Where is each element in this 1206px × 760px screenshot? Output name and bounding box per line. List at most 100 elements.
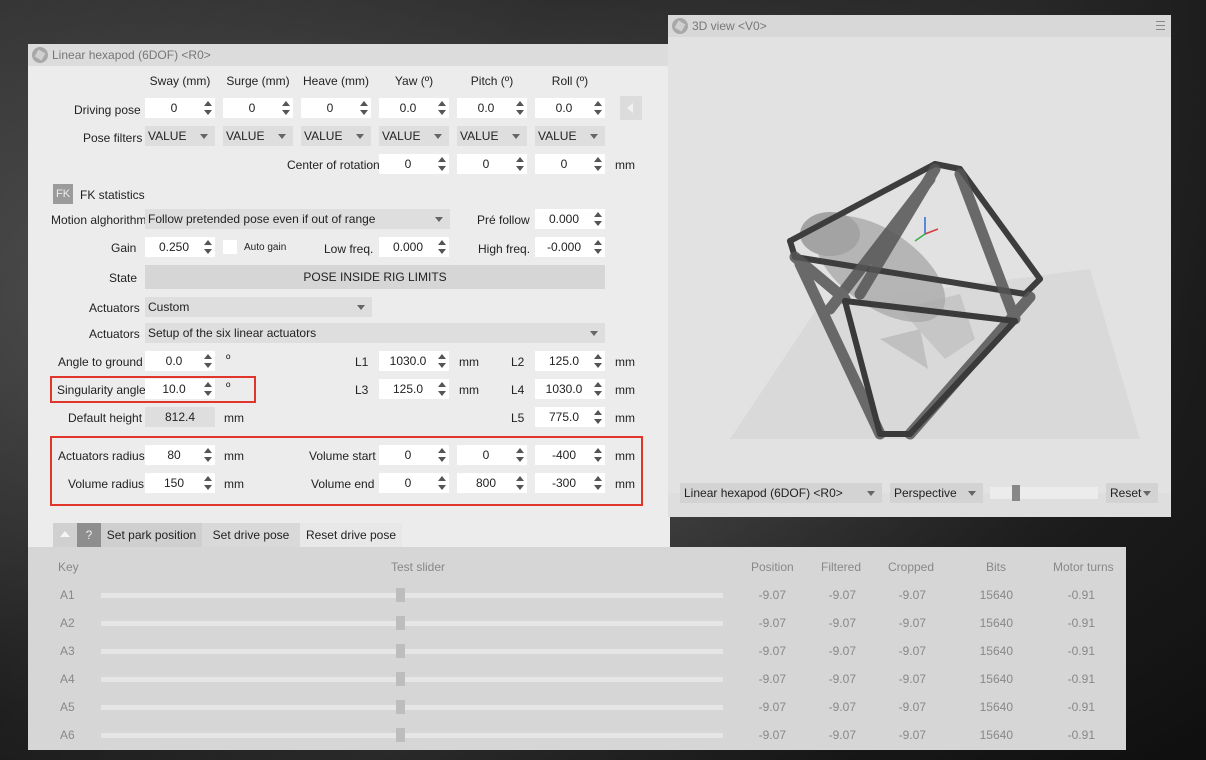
angle-to-ground-unit: º (226, 352, 231, 366)
spin-arrows-icon[interactable] (515, 98, 525, 118)
spin-arrows-icon[interactable] (515, 445, 525, 465)
spin-arrows-icon[interactable] (593, 379, 603, 399)
zoom-slider[interactable] (990, 485, 1098, 501)
l1-input[interactable]: 1030.0 (379, 351, 449, 371)
auto-gain-checkbox[interactable] (223, 240, 237, 254)
pose-filter-pitch-select[interactable]: VALUE (457, 126, 527, 146)
zoom-slider-thumb[interactable] (1012, 485, 1020, 501)
l5-input[interactable]: 775.0 (535, 407, 605, 427)
gain-input[interactable]: 0.250 (145, 237, 215, 257)
spin-arrows-icon[interactable] (203, 445, 213, 465)
singularity-angle-input[interactable]: 10.0 (145, 379, 215, 399)
driving-pose-surge-input[interactable]: 0 (223, 98, 293, 118)
menu-icon[interactable] (1156, 21, 1165, 30)
window-title-bar[interactable]: Linear hexapod (6DOF) <R0> (28, 44, 670, 66)
set-drive-pose-button[interactable]: Set drive pose (202, 523, 300, 547)
volume-start-y-input[interactable]: 0 (457, 445, 527, 465)
volume-start-z-input[interactable]: -400 (535, 445, 605, 465)
help-icon[interactable]: ? (77, 523, 101, 547)
test-slider-track[interactable] (101, 677, 723, 682)
high-freq-input[interactable]: -0.000 (535, 237, 605, 257)
l4-input[interactable]: 1030.0 (535, 379, 605, 399)
pose-filter-heave-select[interactable]: VALUE (301, 126, 371, 146)
actuators-setup-label: Actuators (89, 327, 140, 341)
spin-arrows-icon[interactable] (359, 98, 369, 118)
spin-arrows-icon[interactable] (593, 98, 603, 118)
volume-end-z-input[interactable]: -300 (535, 473, 605, 493)
spin-arrows-icon[interactable] (593, 473, 603, 493)
set-park-position-button[interactable]: Set park position (101, 523, 202, 547)
spin-arrows-icon[interactable] (515, 154, 525, 174)
actuators-type-select[interactable]: Custom (145, 297, 372, 317)
spin-arrows-icon[interactable] (437, 351, 447, 371)
center-rot-x-input[interactable]: 0 (379, 154, 449, 174)
low-freq-input[interactable]: 0.000 (379, 237, 449, 257)
pose-filter-surge-select[interactable]: VALUE (223, 126, 293, 146)
volume-end-y-input[interactable]: 800 (457, 473, 527, 493)
spin-arrows-icon[interactable] (437, 445, 447, 465)
projection-select[interactable]: Perspective (890, 483, 983, 503)
driving-pose-yaw-input[interactable]: 0.0 (379, 98, 449, 118)
reset-drive-pose-button[interactable]: Reset drive pose (300, 523, 402, 547)
test-slider-thumb[interactable] (396, 672, 405, 686)
spin-arrows-icon[interactable] (593, 351, 603, 371)
pose-filter-yaw-select[interactable]: VALUE (379, 126, 449, 146)
actuators-radius-input[interactable]: 80 (145, 445, 215, 465)
volume-start-x-input[interactable]: 0 (379, 445, 449, 465)
reset-select[interactable]: Reset (1106, 483, 1158, 503)
volume-radius-label: Volume radius (68, 477, 145, 491)
spin-arrows-icon[interactable] (281, 98, 291, 118)
actuators-type-label: Actuators (89, 301, 140, 315)
spin-arrows-icon[interactable] (203, 351, 213, 371)
driving-pose-heave-input[interactable]: 0 (301, 98, 371, 118)
spin-arrows-icon[interactable] (437, 379, 447, 399)
motion-algorithm-select[interactable]: Follow pretended pose even if out of ran… (145, 209, 450, 229)
view-title-bar[interactable]: 3D view <V0> (668, 15, 1171, 37)
driving-pose-pitch-input[interactable]: 0.0 (457, 98, 527, 118)
test-slider-track[interactable] (101, 649, 723, 654)
chevron-up-icon[interactable] (53, 523, 77, 547)
volume-radius-input[interactable]: 150 (145, 473, 215, 493)
spin-arrows-icon[interactable] (203, 473, 213, 493)
spin-arrows-icon[interactable] (593, 445, 603, 465)
test-slider-track[interactable] (101, 733, 723, 738)
spin-arrows-icon[interactable] (437, 154, 447, 174)
cell-bits: 15640 (979, 700, 1013, 714)
actuators-setup-select[interactable]: Setup of the six linear actuators (145, 323, 605, 343)
driving-pose-roll-input[interactable]: 0.0 (535, 98, 605, 118)
test-slider-thumb[interactable] (396, 644, 405, 658)
spin-arrows-icon[interactable] (203, 379, 213, 399)
spin-arrows-icon[interactable] (203, 98, 213, 118)
test-slider-thumb[interactable] (396, 700, 405, 714)
l3-input[interactable]: 125.0 (379, 379, 449, 399)
test-slider-track[interactable] (101, 705, 723, 710)
center-rot-z-input[interactable]: 0 (535, 154, 605, 174)
chevron-left-icon[interactable] (620, 96, 642, 120)
l2-input[interactable]: 125.0 (535, 351, 605, 371)
spin-arrows-icon[interactable] (593, 237, 603, 257)
spin-arrows-icon[interactable] (593, 154, 603, 174)
pre-follow-input[interactable]: 0.000 (535, 209, 605, 229)
spin-arrows-icon[interactable] (593, 407, 603, 427)
volume-end-x-input[interactable]: 0 (379, 473, 449, 493)
rig-select[interactable]: Linear hexapod (6DOF) <R0> (680, 483, 882, 503)
pose-filter-sway-select[interactable]: VALUE (145, 126, 215, 146)
spin-arrows-icon[interactable] (515, 473, 525, 493)
spin-arrows-icon[interactable] (593, 209, 603, 229)
test-slider-track[interactable] (101, 621, 723, 626)
spin-arrows-icon[interactable] (203, 237, 213, 257)
view-3d-canvas[interactable] (670, 39, 1169, 491)
spin-arrows-icon[interactable] (437, 473, 447, 493)
pose-filter-roll-select[interactable]: VALUE (535, 126, 605, 146)
test-slider-thumb[interactable] (396, 588, 405, 602)
pose-filters-label: Pose filters (83, 131, 143, 145)
test-slider-thumb[interactable] (396, 616, 405, 630)
fk-toggle-button[interactable]: FK (53, 184, 73, 204)
spin-arrows-icon[interactable] (437, 237, 447, 257)
spin-arrows-icon[interactable] (437, 98, 447, 118)
angle-to-ground-input[interactable]: 0.0 (145, 351, 215, 371)
center-rot-y-input[interactable]: 0 (457, 154, 527, 174)
driving-pose-sway-input[interactable]: 0 (145, 98, 215, 118)
test-slider-track[interactable] (101, 593, 723, 598)
test-slider-thumb[interactable] (396, 728, 405, 742)
